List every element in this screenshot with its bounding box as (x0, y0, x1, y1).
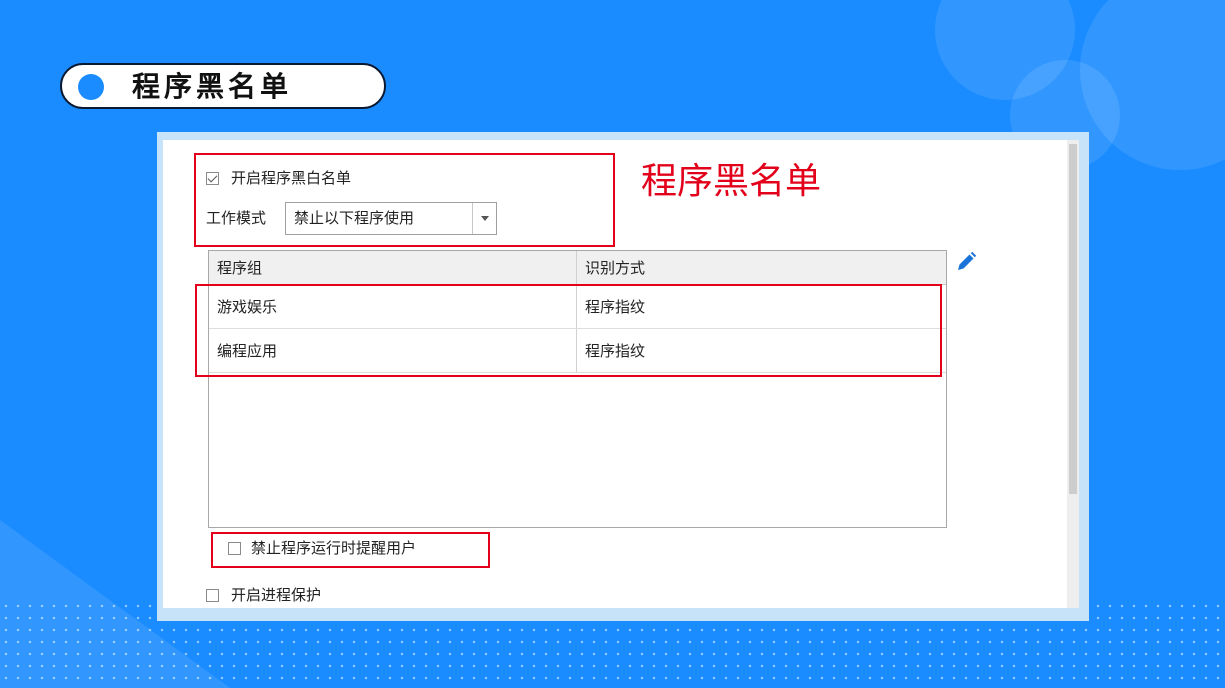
table-header: 程序组 识别方式 (209, 251, 946, 285)
column-header-identify-method[interactable]: 识别方式 (585, 258, 645, 278)
annotation-label: 程序黑名单 (641, 161, 822, 202)
title-bullet-icon (78, 74, 104, 100)
slide-title-pill: 程序黑名单 (60, 63, 386, 109)
highlight-box-whitelist (194, 153, 615, 247)
pencil-icon[interactable] (955, 251, 977, 273)
process-protect-checkbox[interactable] (206, 589, 219, 602)
highlight-box-notify (211, 532, 490, 568)
process-protect-label: 开启进程保护 (231, 586, 322, 604)
panel-scrollbar[interactable] (1067, 140, 1079, 608)
highlight-box-table-rows (195, 284, 942, 377)
scrollbar-thumb[interactable] (1069, 144, 1077, 494)
slide-title: 程序黑名单 (132, 70, 293, 103)
column-header-program-group[interactable]: 程序组 (217, 258, 262, 278)
column-divider[interactable] (576, 251, 577, 284)
